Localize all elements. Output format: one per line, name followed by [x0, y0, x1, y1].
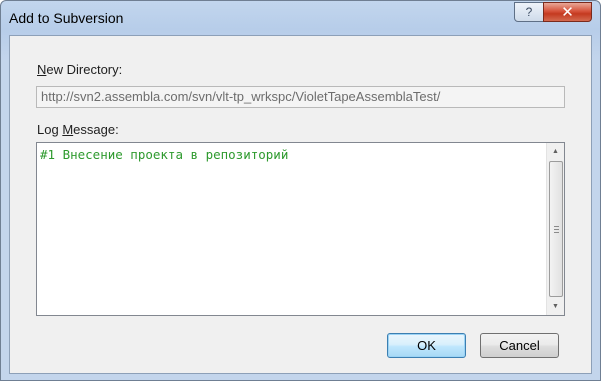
close-icon: ✕: [561, 4, 574, 21]
help-button[interactable]: ?: [514, 2, 544, 22]
scroll-down-icon[interactable]: ▼: [547, 298, 564, 315]
window-title: Add to Subversion: [9, 10, 124, 26]
log-message-text: #1 Внесение проекта в репозиторий: [40, 147, 289, 162]
cancel-button[interactable]: Cancel: [480, 333, 559, 358]
new-directory-label-mnemonic: N: [37, 62, 47, 77]
log-message-label-text: essage:: [73, 122, 119, 137]
dialog-body: New Directory: http://svn2.assembla.com/…: [9, 35, 592, 374]
grip-icon: [553, 225, 559, 233]
log-message-textarea[interactable]: #1 Внесение проекта в репозиторий ▲ ▼: [36, 142, 565, 316]
ok-button[interactable]: OK: [387, 333, 466, 358]
help-icon: ?: [525, 5, 533, 19]
new-directory-field[interactable]: http://svn2.assembla.com/svn/vlt-tp_wrks…: [36, 86, 565, 108]
scroll-up-icon[interactable]: ▲: [547, 143, 564, 160]
log-message-label-prefix: Log: [37, 122, 63, 137]
title-bar[interactable]: Add to Subversion ? ✕: [1, 1, 600, 35]
new-directory-label: New Directory:: [37, 62, 122, 77]
new-directory-label-text: ew Directory:: [46, 62, 123, 77]
scrollbar-thumb[interactable]: [549, 161, 563, 297]
log-message-scrollbar[interactable]: ▲ ▼: [546, 143, 564, 315]
log-message-label: Log Message:: [37, 122, 119, 137]
log-message-label-mnemonic: M: [62, 122, 74, 137]
dialog-window: Add to Subversion ? ✕ New Directory: htt…: [0, 0, 601, 381]
close-button[interactable]: ✕: [543, 2, 592, 22]
